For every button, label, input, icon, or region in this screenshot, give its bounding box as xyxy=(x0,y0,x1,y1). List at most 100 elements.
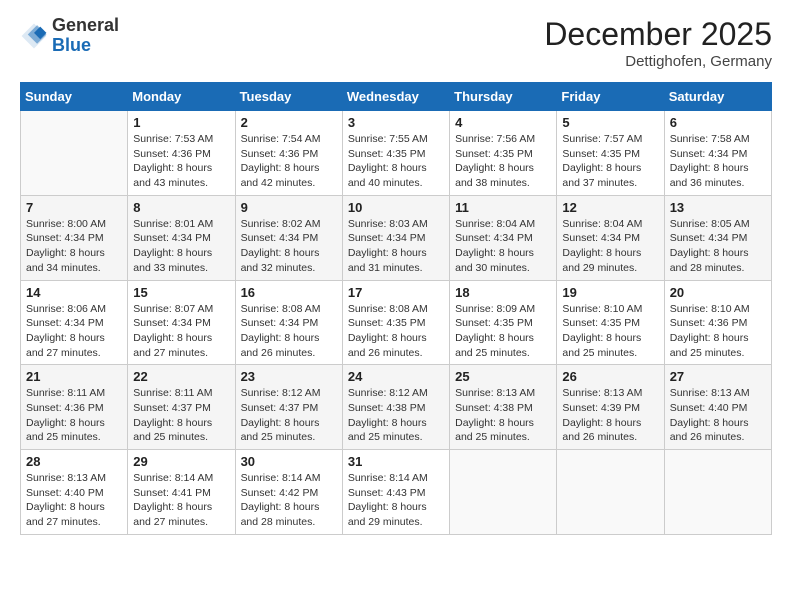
day-number: 17 xyxy=(348,285,444,300)
page-header: General Blue December 2025 Dettighofen, … xyxy=(20,16,772,70)
day-info: Sunrise: 8:14 AMSunset: 4:43 PMDaylight:… xyxy=(348,471,444,530)
logo: General Blue xyxy=(20,16,119,56)
day-of-week-header: Friday xyxy=(557,83,664,111)
calendar-day-cell: 10 Sunrise: 8:03 AMSunset: 4:34 PMDayligh… xyxy=(342,195,449,280)
day-number: 24 xyxy=(348,369,444,384)
day-number: 25 xyxy=(455,369,551,384)
day-number: 10 xyxy=(348,200,444,215)
day-number: 13 xyxy=(670,200,766,215)
calendar-day-cell: 18 Sunrise: 8:09 AMSunset: 4:35 PMDayligh… xyxy=(450,280,557,365)
calendar-day-cell xyxy=(664,450,771,535)
day-info: Sunrise: 8:04 AMSunset: 4:34 PMDaylight:… xyxy=(562,217,658,276)
day-number: 23 xyxy=(241,369,337,384)
day-of-week-header: Thursday xyxy=(450,83,557,111)
day-info: Sunrise: 8:08 AMSunset: 4:34 PMDaylight:… xyxy=(241,302,337,361)
day-info: Sunrise: 8:07 AMSunset: 4:34 PMDaylight:… xyxy=(133,302,229,361)
day-info: Sunrise: 8:05 AMSunset: 4:34 PMDaylight:… xyxy=(670,217,766,276)
day-info: Sunrise: 8:13 AMSunset: 4:39 PMDaylight:… xyxy=(562,386,658,445)
day-number: 21 xyxy=(26,369,122,384)
calendar-day-cell: 30 Sunrise: 8:14 AMSunset: 4:42 PMDayligh… xyxy=(235,450,342,535)
day-number: 18 xyxy=(455,285,551,300)
logo-general: General xyxy=(52,16,119,36)
day-number: 29 xyxy=(133,454,229,469)
day-of-week-header: Monday xyxy=(128,83,235,111)
calendar-week-row: 1 Sunrise: 7:53 AMSunset: 4:36 PMDaylight… xyxy=(21,111,772,196)
day-number: 28 xyxy=(26,454,122,469)
day-info: Sunrise: 8:10 AMSunset: 4:36 PMDaylight:… xyxy=(670,302,766,361)
day-info: Sunrise: 7:54 AMSunset: 4:36 PMDaylight:… xyxy=(241,132,337,191)
calendar-day-cell: 14 Sunrise: 8:06 AMSunset: 4:34 PMDayligh… xyxy=(21,280,128,365)
calendar-day-cell: 22 Sunrise: 8:11 AMSunset: 4:37 PMDayligh… xyxy=(128,365,235,450)
day-of-week-header: Tuesday xyxy=(235,83,342,111)
calendar-day-cell: 24 Sunrise: 8:12 AMSunset: 4:38 PMDayligh… xyxy=(342,365,449,450)
day-info: Sunrise: 8:14 AMSunset: 4:42 PMDaylight:… xyxy=(241,471,337,530)
calendar-table: SundayMondayTuesdayWednesdayThursdayFrid… xyxy=(20,82,772,535)
day-info: Sunrise: 8:10 AMSunset: 4:35 PMDaylight:… xyxy=(562,302,658,361)
calendar-day-cell: 29 Sunrise: 8:14 AMSunset: 4:41 PMDayligh… xyxy=(128,450,235,535)
calendar-day-cell: 11 Sunrise: 8:04 AMSunset: 4:34 PMDayligh… xyxy=(450,195,557,280)
day-info: Sunrise: 8:09 AMSunset: 4:35 PMDaylight:… xyxy=(455,302,551,361)
day-info: Sunrise: 8:08 AMSunset: 4:35 PMDaylight:… xyxy=(348,302,444,361)
calendar-week-row: 7Sunrise: 8:00 AMSunset: 4:34 PMDaylight… xyxy=(21,195,772,280)
calendar-day-cell: 25 Sunrise: 8:13 AMSunset: 4:38 PMDayligh… xyxy=(450,365,557,450)
day-number: 16 xyxy=(241,285,337,300)
day-number: 1 xyxy=(133,115,229,130)
day-number: 6 xyxy=(670,115,766,130)
day-info: Sunrise: 8:04 AMSunset: 4:34 PMDaylight:… xyxy=(455,217,551,276)
calendar-day-cell: 23 Sunrise: 8:12 AMSunset: 4:37 PMDayligh… xyxy=(235,365,342,450)
day-number: 15 xyxy=(133,285,229,300)
calendar-day-cell: 16 Sunrise: 8:08 AMSunset: 4:34 PMDayligh… xyxy=(235,280,342,365)
day-info: Sunrise: 8:13 AMSunset: 4:38 PMDaylight:… xyxy=(455,386,551,445)
day-number: 3 xyxy=(348,115,444,130)
calendar-day-cell: 12 Sunrise: 8:04 AMSunset: 4:34 PMDayligh… xyxy=(557,195,664,280)
calendar-day-cell: 26Sunrise: 8:13 AMSunset: 4:39 PMDayligh… xyxy=(557,365,664,450)
day-info: Sunrise: 7:57 AMSunset: 4:35 PMDaylight:… xyxy=(562,132,658,191)
calendar-day-cell: 5Sunrise: 7:57 AMSunset: 4:35 PMDaylight… xyxy=(557,111,664,196)
calendar-day-cell: 17 Sunrise: 8:08 AMSunset: 4:35 PMDayligh… xyxy=(342,280,449,365)
title-block: December 2025 Dettighofen, Germany xyxy=(544,16,772,70)
day-number: 30 xyxy=(241,454,337,469)
calendar-day-cell: 1 Sunrise: 7:53 AMSunset: 4:36 PMDaylight… xyxy=(128,111,235,196)
calendar-day-cell xyxy=(557,450,664,535)
day-number: 31 xyxy=(348,454,444,469)
calendar-day-cell: 3 Sunrise: 7:55 AMSunset: 4:35 PMDaylight… xyxy=(342,111,449,196)
day-number: 11 xyxy=(455,200,551,215)
day-info: Sunrise: 7:55 AMSunset: 4:35 PMDaylight:… xyxy=(348,132,444,191)
calendar-day-cell: 9Sunrise: 8:02 AMSunset: 4:34 PMDaylight… xyxy=(235,195,342,280)
day-info: Sunrise: 8:01 AMSunset: 4:34 PMDaylight:… xyxy=(133,217,229,276)
calendar-day-cell: 7Sunrise: 8:00 AMSunset: 4:34 PMDaylight… xyxy=(21,195,128,280)
day-info: Sunrise: 8:12 AMSunset: 4:37 PMDaylight:… xyxy=(241,386,337,445)
calendar-day-cell xyxy=(21,111,128,196)
day-info: Sunrise: 8:11 AMSunset: 4:36 PMDaylight:… xyxy=(26,386,122,445)
day-number: 20 xyxy=(670,285,766,300)
day-number: 12 xyxy=(562,200,658,215)
calendar-day-cell: 8 Sunrise: 8:01 AMSunset: 4:34 PMDaylight… xyxy=(128,195,235,280)
day-number: 14 xyxy=(26,285,122,300)
day-info: Sunrise: 8:06 AMSunset: 4:34 PMDaylight:… xyxy=(26,302,122,361)
month-title: December 2025 xyxy=(544,16,772,53)
day-number: 27 xyxy=(670,369,766,384)
day-number: 19 xyxy=(562,285,658,300)
calendar-day-cell: 13 Sunrise: 8:05 AMSunset: 4:34 PMDayligh… xyxy=(664,195,771,280)
day-number: 2 xyxy=(241,115,337,130)
day-info: Sunrise: 7:53 AMSunset: 4:36 PMDaylight:… xyxy=(133,132,229,191)
day-info: Sunrise: 8:12 AMSunset: 4:38 PMDaylight:… xyxy=(348,386,444,445)
calendar-week-row: 28Sunrise: 8:13 AMSunset: 4:40 PMDayligh… xyxy=(21,450,772,535)
logo-icon xyxy=(20,22,48,50)
day-info: Sunrise: 7:58 AMSunset: 4:34 PMDaylight:… xyxy=(670,132,766,191)
calendar-header-row: SundayMondayTuesdayWednesdayThursdayFrid… xyxy=(21,83,772,111)
calendar-day-cell: 28Sunrise: 8:13 AMSunset: 4:40 PMDayligh… xyxy=(21,450,128,535)
day-of-week-header: Wednesday xyxy=(342,83,449,111)
calendar-day-cell xyxy=(450,450,557,535)
day-info: Sunrise: 8:03 AMSunset: 4:34 PMDaylight:… xyxy=(348,217,444,276)
day-info: Sunrise: 8:14 AMSunset: 4:41 PMDaylight:… xyxy=(133,471,229,530)
calendar-day-cell: 4 Sunrise: 7:56 AMSunset: 4:35 PMDaylight… xyxy=(450,111,557,196)
day-info: Sunrise: 8:02 AMSunset: 4:34 PMDaylight:… xyxy=(241,217,337,276)
day-number: 8 xyxy=(133,200,229,215)
day-number: 22 xyxy=(133,369,229,384)
day-info: Sunrise: 8:11 AMSunset: 4:37 PMDaylight:… xyxy=(133,386,229,445)
logo-blue: Blue xyxy=(52,36,119,56)
day-number: 4 xyxy=(455,115,551,130)
day-info: Sunrise: 7:56 AMSunset: 4:35 PMDaylight:… xyxy=(455,132,551,191)
day-of-week-header: Saturday xyxy=(664,83,771,111)
